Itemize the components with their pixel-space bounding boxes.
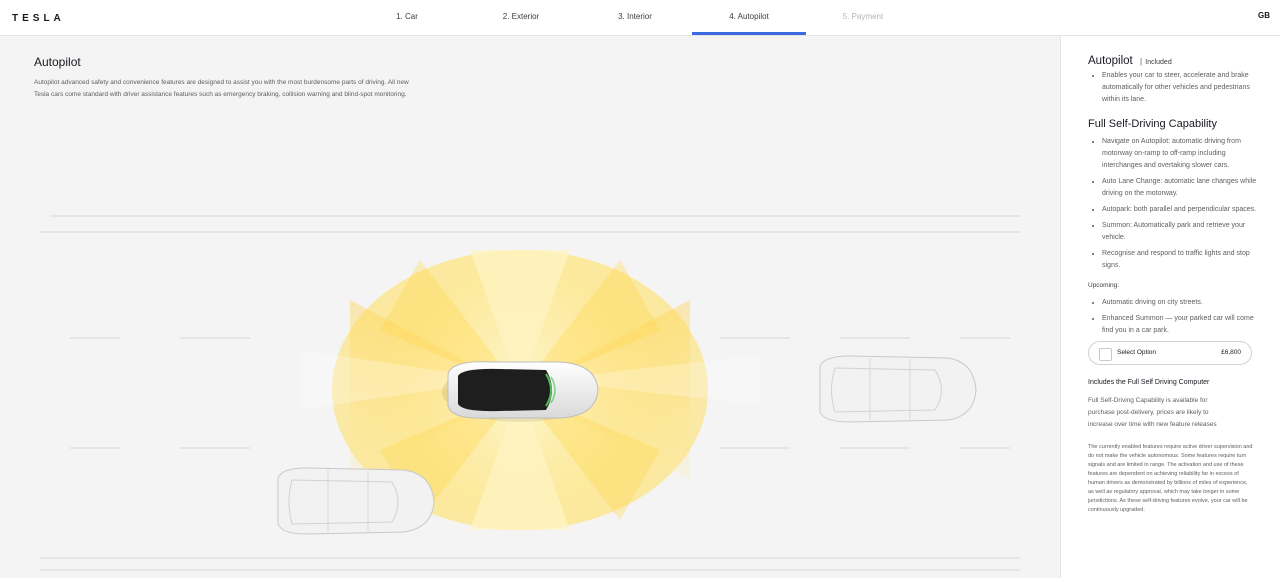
list-item: Autopark: both parallel and perpendicula… [1102,204,1258,216]
step-exterior[interactable]: 2. Exterior [464,0,578,35]
checkbox-icon[interactable] [1099,348,1112,361]
autopilot-title: Autopilot [1088,55,1133,67]
list-item: Auto Lane Change: automatic lane changes… [1102,176,1258,200]
option-price: £6,800 [1221,349,1241,356]
upcoming-label: Upcoming: [1088,282,1120,289]
tesla-logo-text: TESLA [12,13,65,23]
neighbor-car-left [277,467,435,535]
autopilot-sensor-illustration [40,215,1020,571]
page-description: Autopilot advanced safety and convenienc… [34,79,409,98]
page-title: Autopilot [34,55,81,69]
list-item: Recognise and respond to traffic lights … [1102,248,1258,272]
step-payment: 5. Payment [842,12,884,21]
list-item: Enhanced Summon — your parked car will c… [1102,313,1258,337]
option-label: Select Option [1117,349,1157,356]
fsd-feature-list: Navigate on Autopilot: automatic driving… [1088,136,1258,272]
region-selector[interactable]: GB [1258,11,1270,20]
tesla-logo[interactable]: TESLA [12,11,78,23]
list-item: Navigate on Autopilot: automatic driving… [1102,136,1258,172]
disclaimer-text: The currently enabled features require a… [1088,444,1253,513]
fsd-section-title: Full Self-Driving Capability [1088,118,1217,130]
autopilot-section-title: Autopilot | Included [1088,54,1258,70]
step-autopilot[interactable]: 4. Autopilot [692,0,806,35]
select-fsd-option-button[interactable]: Select Option £6,800 [1088,341,1252,365]
step-car[interactable]: 1. Car [350,0,464,35]
title-separator: | [1139,57,1143,66]
step-interior[interactable]: 3. Interior [578,0,692,35]
post-delivery-note: Full Self-Driving Capability is availabl… [1088,397,1217,428]
neighbor-car-right [819,355,977,423]
tesla-car-icon [442,361,599,422]
top-navigation-bar: TESLA 1. Car 2. Exterior 3. Interior 4. … [0,0,1280,36]
included-badge: Included [1145,59,1172,66]
upcoming-feature-list: Automatic driving on city streets. Enhan… [1088,297,1258,337]
order-steps: 1. Car 2. Exterior 3. Interior 4. Autopi… [350,0,920,35]
list-item: Automatic driving on city streets. [1102,297,1258,309]
options-panel[interactable]: Autopilot | Included Enables your car to… [1060,36,1280,578]
autopilot-feature-list: Enables your car to steer, accelerate an… [1088,70,1258,106]
includes-computer-note: Includes the Full Self Driving Computer [1088,379,1210,386]
list-item: Enables your car to steer, accelerate an… [1102,70,1258,106]
list-item: Summon: Automatically park and retrieve … [1102,220,1258,244]
